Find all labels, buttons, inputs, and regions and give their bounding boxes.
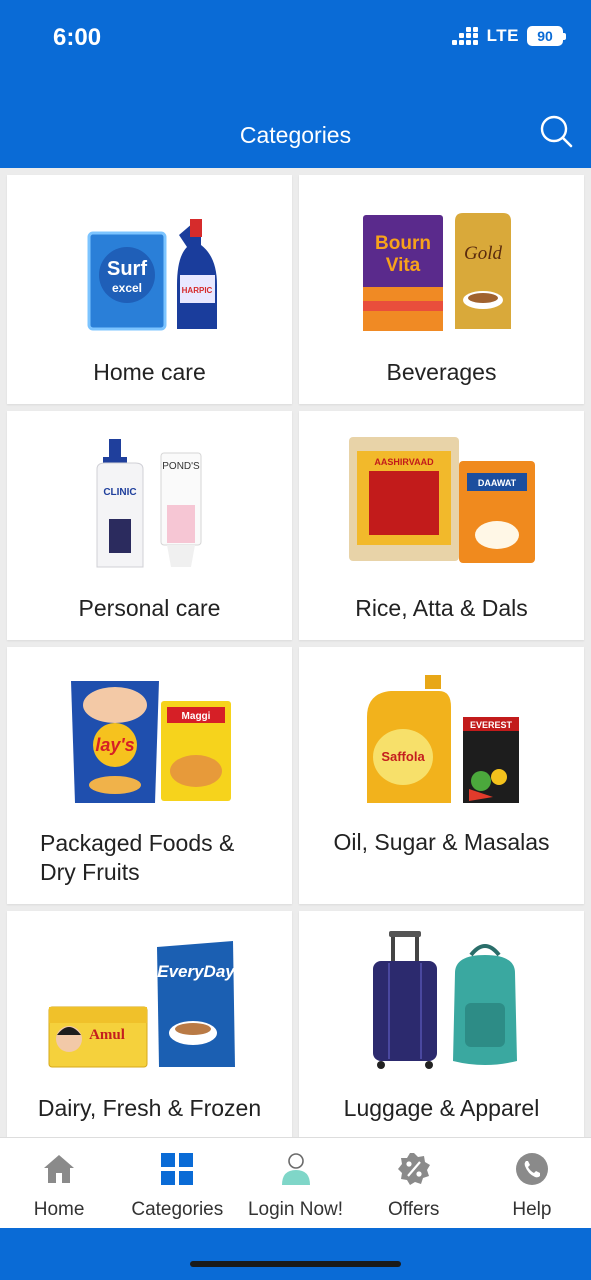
nav-label: Categories [131,1199,224,1220]
percent-badge-icon [397,1153,430,1185]
network-type: LTE [486,26,519,45]
nav-label: Offers [388,1199,440,1220]
category-label: Packaged Foods & Dry Fruits [7,829,292,887]
ponds-text: POND'S [162,461,200,472]
aashirvaad-text: AASHIRVAAD [374,457,434,467]
home-icon [44,1155,75,1183]
bottom-nav: Home Categories Login Now! Offers Help [0,1137,591,1228]
beverages-product-image: Bourn Vita Gold [363,213,511,331]
nav-home[interactable]: Home [0,1138,118,1228]
battery-icon: 90 [527,26,566,46]
daawat-text: DAAWAT [478,478,517,488]
status-bar: 6:00 LTE 90 [0,0,591,80]
search-icon [540,115,573,148]
nav-label: Home [33,1199,85,1220]
luggage-apparel-product-image [373,931,517,1069]
oil-sugar-masalas-product-image: Saffola EVEREST [367,675,519,803]
lays-text: lay's [95,735,134,755]
nav-help[interactable]: Help [473,1138,591,1228]
home-care-product-image: Surf excel HARPIC [87,219,217,331]
category-card-rice-atta-dals[interactable]: AASHIRVAAD DAAWAT Rice, Atta & Dals [299,411,584,640]
everyday-text: EveryDay [157,962,236,981]
grid-icon [161,1153,194,1185]
category-label-line-1: Packaged Foods & [40,830,235,856]
bournvita-text-1: Bourn [375,233,431,254]
harpic-text: HARPIC [182,286,213,295]
category-label: Dairy, Fresh & Frozen [37,1095,262,1121]
status-indicators: LTE 90 [451,26,566,46]
app-header: Categories [0,80,591,168]
category-grid: Surf excel HARPIC Home care Bourn Vita G… [0,168,591,1137]
category-label: Luggage & Apparel [343,1095,540,1121]
user-icon [281,1153,310,1185]
category-card-packaged-foods[interactable]: lay's Maggi Packaged Foods & Dry Fruits [7,647,292,904]
phone-icon [515,1153,548,1185]
rice-atta-dals-product-image: AASHIRVAAD DAAWAT [349,437,535,563]
excel-text: excel [112,281,142,295]
nav-offers[interactable]: Offers [355,1138,473,1228]
clinic-text: CLINIC [103,487,136,498]
category-card-oil-sugar-masalas[interactable]: Saffola EVEREST Oil, Sugar & Masalas [299,647,584,904]
category-card-dairy-fresh-frozen[interactable]: Amul EveryDay Dairy, Fresh & Frozen [7,911,292,1137]
category-label-line-2: Dry Fruits [40,859,140,885]
search-button[interactable] [539,114,573,148]
nav-login[interactable]: Login Now! [236,1138,354,1228]
amul-text: Amul [89,1027,125,1043]
nav-label: Help [512,1199,552,1220]
system-home-bar [0,1228,591,1280]
category-card-beverages[interactable]: Bourn Vita Gold Beverages [299,175,584,404]
category-card-home-care[interactable]: Surf excel HARPIC Home care [7,175,292,404]
surf-text: Surf [107,258,147,280]
battery-level: 90 [537,28,553,44]
category-label: Home care [93,359,206,385]
page-title: Categories [239,122,352,148]
category-label: Rice, Atta & Dals [355,595,528,621]
category-label: Beverages [386,359,497,385]
nav-label: Login Now! [247,1199,344,1220]
maggi-text: Maggi [182,711,211,722]
home-indicator[interactable] [190,1261,401,1267]
status-time: 6:00 [53,24,102,51]
category-card-personal-care[interactable]: CLINIC POND'S Personal care [7,411,292,640]
dairy-fresh-frozen-product-image: Amul EveryDay [48,941,236,1068]
nav-categories[interactable]: Categories [118,1138,236,1228]
personal-care-product-image: CLINIC POND'S [96,439,202,568]
signal-icon [451,27,479,45]
packaged-foods-product-image: lay's Maggi [71,681,231,803]
category-card-luggage-apparel[interactable]: Luggage & Apparel [299,911,584,1137]
saffola-text: Saffola [381,749,425,764]
tata-gold-text: Gold [464,243,503,264]
everest-text: EVEREST [470,720,513,730]
category-label: Oil, Sugar & Masalas [333,829,550,855]
category-label: Personal care [78,595,221,621]
bournvita-text-2: Vita [386,255,421,276]
